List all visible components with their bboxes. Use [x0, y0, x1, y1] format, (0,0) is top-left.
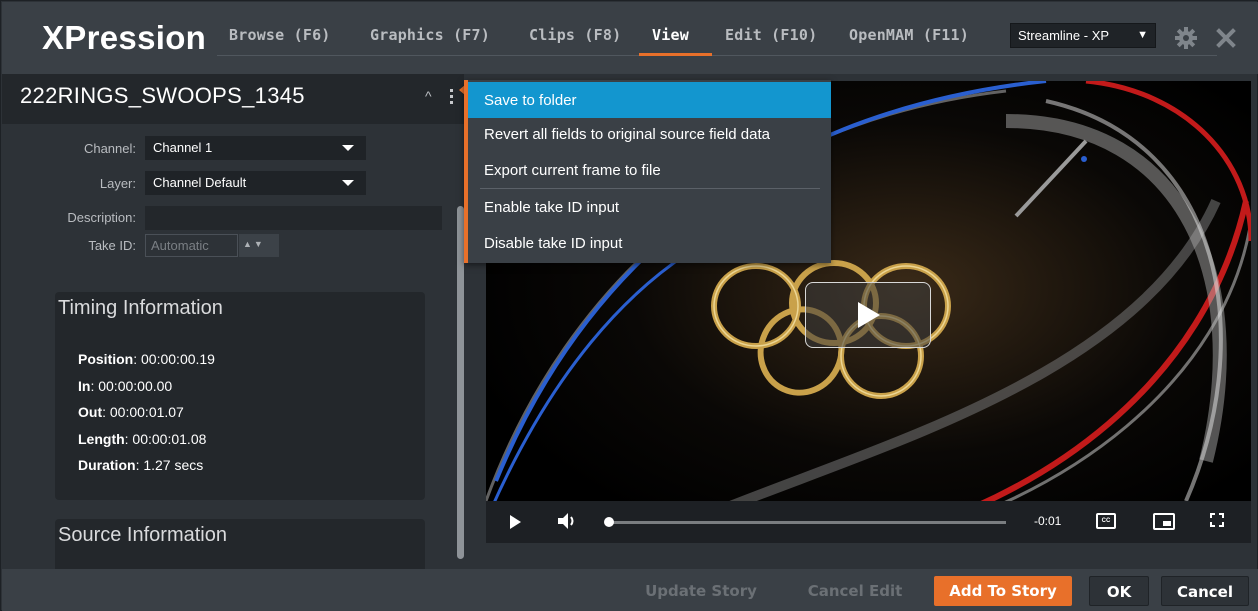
panel-scrollbar[interactable] [457, 206, 464, 559]
big-play-button[interactable] [805, 282, 931, 348]
volume-icon[interactable] [556, 510, 580, 532]
takeid-label: Take ID: [88, 238, 136, 253]
channel-select-value: Channel 1 [153, 140, 213, 155]
layer-select-value: Channel Default [153, 175, 247, 190]
chevron-down-icon: ▼ [1137, 29, 1148, 41]
channel-label: Channel: [83, 141, 136, 156]
player-controls: -0:01 CC [486, 501, 1251, 543]
time-remaining: -0:01 [1034, 514, 1062, 528]
header-divider [217, 55, 1217, 56]
play-icon[interactable] [510, 515, 521, 529]
menu-item-enable-takeid[interactable]: Enable take ID input [468, 189, 831, 225]
kebab-menu-icon[interactable] [448, 86, 454, 106]
picture-in-picture-icon[interactable] [1153, 513, 1175, 530]
dialog-footer: Update Story Cancel Edit Add To Story OK… [2, 569, 1258, 611]
menu-item-export-frame[interactable]: Export current frame to file [468, 152, 831, 188]
profile-select-value: Streamline - XP [1018, 28, 1110, 43]
play-icon [858, 302, 880, 328]
timing-out: Out: 00:00:01.07 [78, 404, 184, 420]
fullscreen-icon[interactable] [1210, 513, 1224, 527]
add-to-story-button[interactable]: Add To Story [934, 576, 1072, 606]
timing-position: Position: 00:00:00.19 [78, 351, 215, 367]
gear-icon[interactable] [1174, 26, 1198, 50]
timing-info-title: Timing Information [58, 297, 223, 319]
tab-graphics[interactable]: Graphics (F7) [370, 26, 490, 44]
timing-in: In: 00:00:00.00 [78, 377, 173, 394]
app-header: XPression Browse (F6) Graphics (F7) Clip… [2, 2, 1258, 74]
seek-bar[interactable] [604, 517, 1006, 527]
seek-handle[interactable] [604, 517, 614, 527]
timing-info-card: Timing Information Position: 00:00:00.19… [55, 292, 425, 500]
layer-label: Layer: [99, 176, 136, 191]
tab-edit[interactable]: Edit (F10) [725, 26, 817, 44]
menu-item-revert-fields[interactable]: Revert all fields to original source fie… [468, 116, 831, 152]
tab-browse[interactable]: Browse (F6) [229, 26, 331, 44]
clip-title-bar: 222RINGS_SWOOPS_1345 ^ [2, 74, 464, 124]
timing-duration: Duration: 1.27 secs [78, 457, 204, 473]
source-info-title: Source Information [58, 524, 227, 546]
description-field[interactable] [145, 206, 442, 230]
ok-button[interactable]: OK [1089, 576, 1149, 606]
tab-view[interactable]: View [652, 26, 689, 44]
closed-captions-icon[interactable]: CC [1096, 513, 1116, 529]
tab-openmam[interactable]: OpenMAM (F11) [849, 26, 969, 44]
active-tab-indicator [639, 53, 712, 56]
cancel-edit-button[interactable]: Cancel Edit [791, 576, 919, 606]
layer-select[interactable]: Channel Default [145, 171, 366, 195]
chevron-down-icon [342, 145, 354, 151]
update-story-button[interactable]: Update Story [631, 576, 771, 606]
profile-select[interactable]: Streamline - XP ▼ [1010, 23, 1156, 48]
source-info-card: Source Information [55, 519, 425, 569]
cancel-button[interactable]: Cancel [1161, 576, 1249, 606]
app-logo: XPression [42, 19, 207, 56]
close-icon[interactable] [1214, 26, 1238, 50]
tab-clips[interactable]: Clips (F8) [529, 26, 621, 44]
xpression-window: XPression Browse (F6) Graphics (F7) Clip… [0, 0, 1258, 611]
channel-select[interactable]: Channel 1 [145, 136, 366, 160]
description-label: Description: [67, 210, 136, 225]
menu-item-save-to-folder[interactable]: Save to folder [468, 82, 831, 118]
menu-item-disable-takeid[interactable]: Disable take ID input [468, 225, 831, 261]
timing-length: Length: 00:00:01.08 [78, 430, 207, 447]
clip-context-menu: Save to folder Revert all fields to orig… [464, 80, 831, 263]
chevron-up-icon[interactable]: ^ [425, 88, 432, 104]
timing-list: Position: 00:00:00.19 In: 00:00:00.00 Ou… [78, 346, 215, 479]
clip-properties-panel: 222RINGS_SWOOPS_1345 ^ Channel: Channel … [2, 74, 464, 569]
takeid-stepper[interactable]: ▲▼ [239, 234, 279, 257]
takeid-field[interactable]: Automatic [145, 234, 238, 257]
clip-title: 222RINGS_SWOOPS_1345 [20, 83, 305, 108]
chevron-down-icon [342, 180, 354, 186]
